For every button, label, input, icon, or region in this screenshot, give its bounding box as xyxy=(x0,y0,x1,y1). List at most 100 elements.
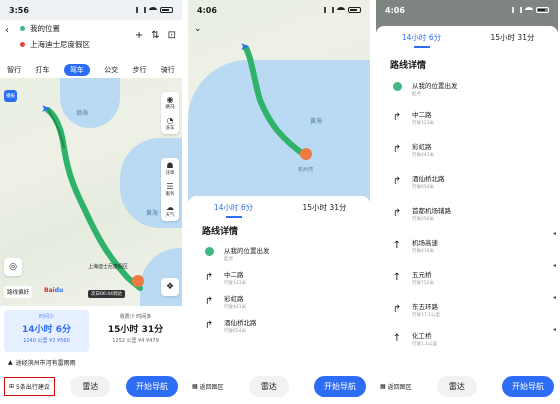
status-time: 4:06 xyxy=(197,5,217,15)
bottom-action-bar: ▦ 返回图区 雷达 开始导航 xyxy=(376,368,558,404)
tab-plan-2[interactable]: 15小时 31分 xyxy=(467,32,558,43)
scroll-marker-icon: ◂ xyxy=(552,326,556,333)
broadcast-badge[interactable]: 播报 xyxy=(4,90,17,102)
plan-tag: 时间少 xyxy=(38,314,54,320)
wifi-icon xyxy=(337,7,345,13)
yellow-sea-label: 黄海 xyxy=(310,118,323,125)
origin-text: 我的位置 xyxy=(30,23,60,33)
status-time: 4:06 xyxy=(385,5,405,15)
transport-mode-tabs: 智行 打车 驾车 公交 步行 骑行 xyxy=(0,62,182,78)
radar-button[interactable]: 雷达 xyxy=(248,375,289,397)
radar-button[interactable]: 雷达 xyxy=(70,375,111,397)
step-item[interactable]: ↱ 酒仙桥北路 行驶654米 xyxy=(188,313,370,337)
route-preference-button[interactable]: 路线偏好 xyxy=(4,286,33,298)
step-item[interactable]: ↑ 五元桥 行驶752米 xyxy=(376,261,558,293)
service-icon: ☰ xyxy=(166,182,174,191)
service-controls: ☗ 违章 ☰ 服务 ☁ 天气 xyxy=(161,158,179,221)
phone-route-details-full: 4:06 14小时 6分 15小时 31分 路线详情 从我的位置出发 起点 ↱ 中… xyxy=(376,0,558,404)
step-item[interactable]: ↑ 化工桥 行驶1.1公里 xyxy=(376,325,558,351)
qingliang-button[interactable]: ❖ xyxy=(161,278,179,296)
status-icons xyxy=(324,7,361,13)
scroll-marker-icon: ◂ xyxy=(552,262,556,269)
back-to-map-button[interactable]: ▦ 返回图区 xyxy=(380,382,412,391)
baidu-logo: Baidu xyxy=(44,287,64,294)
carwash-icon: ◔ xyxy=(166,116,174,125)
mode-bike[interactable]: 骑行 xyxy=(161,65,175,75)
route-detail-sheet: 14小时 6分 15小时 31分 路线详情 从我的位置出发 起点 ↱ 中二路 行驶1… xyxy=(188,196,370,368)
mode-walk[interactable]: 步行 xyxy=(132,65,146,75)
plan-cheapest[interactable]: 收费少 时间多 15小时 31分 1252 公里 ¥4 ¥479 xyxy=(93,310,178,352)
violation-control[interactable]: ☗ 违章 xyxy=(161,158,179,179)
bohai-label: 渤海 xyxy=(76,110,89,117)
mode-smart[interactable]: 智行 xyxy=(7,65,21,75)
back-icon[interactable]: ‹ xyxy=(5,25,9,36)
turn-right-icon: ↱ xyxy=(204,271,214,283)
route-search-card: ‹ 我的位置 上海迪士尼度假区 + ⇅ ⊡ 智行 打车 驾车 公交 步行 骑行 xyxy=(0,20,182,78)
route-lines xyxy=(243,45,309,159)
step-item[interactable]: 从我的位置出发 起点 xyxy=(188,241,370,265)
plan-fastest[interactable]: 时间少 14小时 6分 1240 公里 ¥2 ¥560 xyxy=(4,310,89,352)
wifi-icon xyxy=(149,7,157,13)
back-to-map-button[interactable]: ▦ 返回图区 xyxy=(192,382,224,391)
tab-plan-2[interactable]: 15小时 31分 xyxy=(279,202,370,213)
mode-drive[interactable]: 驾车 xyxy=(63,64,90,76)
carwash-control[interactable]: ◔ 洗车 xyxy=(161,113,179,134)
header-actions: + ⇅ ⊡ xyxy=(135,30,176,41)
swap-icon[interactable]: ⇅ xyxy=(151,30,159,41)
weather-control[interactable]: ☁ 天气 xyxy=(161,200,179,221)
step-item[interactable]: ↱ 彩虹路 行驶441米 xyxy=(376,133,558,165)
weather-notice-text: 途经滨州市河有雷雨雨 xyxy=(15,359,76,367)
tab-plan-1[interactable]: 14小时 6分 xyxy=(188,202,279,218)
step-item[interactable]: ↱ 东五环路 行驶17.1公里 xyxy=(376,293,558,325)
step-item[interactable]: ↱ 首都机场辅路 行驶256米 xyxy=(376,197,558,229)
map-icon: ▦ xyxy=(380,382,386,390)
route-map[interactable]: ➤ 渤海 黄海 上海迪士尼度假区 次日06:44到达 播报 ◉ 路况 ◔ 洗车 ☗ 违… xyxy=(0,78,182,306)
step-item[interactable]: ↱ 酒仙桥北路 行驶654米 xyxy=(376,165,558,197)
plan-duration: 15小时 31分 xyxy=(107,325,164,335)
step-item[interactable]: ↱ 中二路 行驶123米 xyxy=(376,101,558,133)
grid-icon: ⊞ xyxy=(9,382,15,390)
travel-suggestions-button[interactable]: ⊞ 5条出行建议 xyxy=(4,376,55,396)
add-waypoint-icon[interactable]: + xyxy=(135,30,143,41)
turn-right-icon: ↱ xyxy=(204,295,214,307)
traffic-control[interactable]: ◉ 路况 xyxy=(161,92,179,113)
mode-transit[interactable]: 公交 xyxy=(104,65,118,75)
plan-meta: 1252 公里 ¥4 ¥479 xyxy=(112,338,159,344)
plan-tabs: 14小时 6分 15小时 31分 xyxy=(376,26,558,48)
service-control[interactable]: ☰ 服务 xyxy=(161,179,179,200)
locate-button[interactable]: ◎ xyxy=(4,258,22,276)
step-item[interactable]: 从我的位置出发 起点 xyxy=(376,75,558,101)
plan-meta: 1240 公里 ¥2 ¥560 xyxy=(23,338,70,344)
tab-plan-1[interactable]: 14小时 6分 xyxy=(376,32,467,48)
step-item[interactable]: ↱ 彩虹路 行驶441米 xyxy=(188,289,370,313)
destination-pin-icon xyxy=(300,148,312,160)
comparison-stage: 3:56 ‹ 我的位置 上海迪士尼度假区 + ⇅ ⊡ 智行 打车 驾车 公交 步… xyxy=(0,0,560,404)
status-icons xyxy=(512,7,549,13)
route-map[interactable]: ➤ 黄海 杭州湾 ⌄ xyxy=(188,0,370,210)
radar-button[interactable]: 雷达 xyxy=(436,375,477,397)
plan-tag: 收费少 时间多 xyxy=(119,314,152,320)
plan-duration: 14小时 6分 xyxy=(22,325,71,335)
start-navigation-button[interactable]: 开始导航 xyxy=(502,375,554,397)
start-navigation-button[interactable]: 开始导航 xyxy=(125,375,178,397)
locate-icon: ◎ xyxy=(9,262,17,272)
weather-notice[interactable]: ▲ 途经滨州市河有雷雨雨 xyxy=(0,356,182,368)
section-title: 路线详情 xyxy=(202,227,239,237)
start-pin-icon xyxy=(392,82,402,91)
status-bar: 4:06 xyxy=(188,0,370,20)
destination-map-label: 上海迪士尼度假区 xyxy=(88,264,129,270)
signal-icon xyxy=(136,7,146,13)
more-icon[interactable]: ⊡ xyxy=(168,30,176,41)
section-title: 路线详情 xyxy=(390,61,427,71)
origin-dot-icon xyxy=(20,25,25,31)
bottom-action-bar: ▦ 返回图区 雷达 开始导航 xyxy=(188,368,370,404)
battery-icon xyxy=(348,7,361,13)
start-navigation-button[interactable]: 开始导航 xyxy=(314,375,366,397)
collapse-chevron-icon[interactable]: ⌄ xyxy=(194,24,202,34)
straight-arrow-icon: ↑ xyxy=(392,239,402,251)
step-item[interactable]: ↱ 中二路 行驶123米 xyxy=(188,265,370,289)
destination-pin-icon xyxy=(132,275,144,287)
mode-taxi[interactable]: 打车 xyxy=(35,65,49,75)
step-item[interactable]: ↑ 机场高速 行驶416米 xyxy=(376,229,558,261)
turn-right-icon: ↱ xyxy=(204,319,214,331)
